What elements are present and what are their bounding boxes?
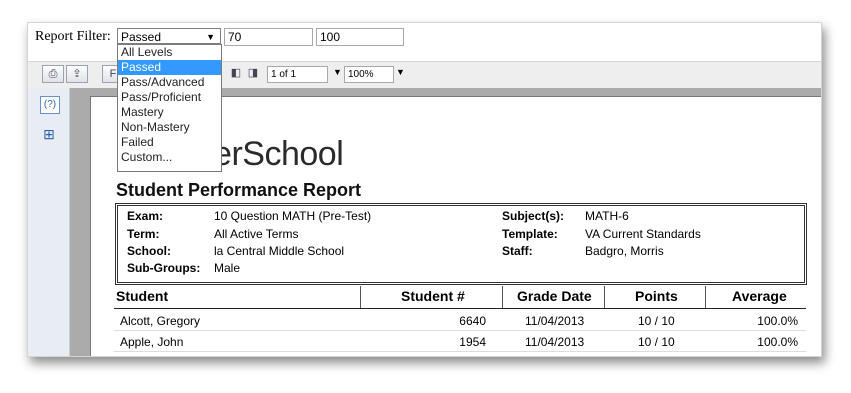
document-map-icon[interactable]: ⊞ — [40, 126, 58, 142]
filter-option-failed[interactable]: Failed — [118, 135, 221, 150]
template-label: Template: — [502, 227, 558, 241]
export-icon[interactable]: ⇪ — [66, 65, 88, 83]
cell-student: Alcott, Gregory — [120, 314, 201, 328]
col-student[interactable]: Student — [116, 288, 168, 304]
school-value: la Central Middle School — [214, 244, 345, 258]
filter-option-custom[interactable]: Custom... — [118, 150, 221, 165]
staff-value: Badgro, Morris — [585, 244, 664, 258]
page-chevron-down-icon[interactable]: ▼ — [333, 67, 342, 77]
filter-max-input[interactable]: 100 — [316, 28, 404, 46]
cell-points: 10 / 10 — [638, 314, 675, 328]
staff-label: Staff: — [502, 244, 533, 258]
zoom-select[interactable]: 100% — [344, 66, 394, 83]
table-row: Alcott, Gregory 6640 11/04/2013 10 / 10 … — [114, 310, 806, 331]
first-page-icon[interactable]: ◧ — [228, 65, 244, 83]
report-title: Student Performance Report — [116, 180, 362, 200]
subjects-value: MATH-6 — [585, 209, 629, 223]
cell-student-number: 1954 — [459, 335, 486, 349]
report-info-inner: Exam: 10 Question MATH (Pre-Test) Term: … — [117, 205, 805, 283]
filter-dropdown-list: All Levels Passed Pass/Advanced Pass/Pro… — [117, 44, 222, 172]
prev-page-icon[interactable]: ◨ — [245, 65, 261, 83]
term-label: Term: — [127, 227, 160, 241]
exam-value: 10 Question MATH (Pre-Test) — [214, 209, 372, 223]
chevron-down-icon: ▼ — [206, 32, 215, 42]
filter-option-pass-advanced[interactable]: Pass/Advanced — [118, 75, 221, 90]
report-sidebar: (?) ⊞ — [28, 88, 70, 356]
filter-option-pass-proficient[interactable]: Pass/Proficient — [118, 90, 221, 105]
col-average[interactable]: Average — [732, 288, 787, 304]
col-student-number[interactable]: Student # — [401, 288, 465, 304]
exam-label: Exam: — [127, 209, 164, 223]
cell-grade-date: 11/04/2013 — [525, 314, 585, 328]
subgroups-label: Sub-Groups: — [127, 261, 201, 275]
cell-average: 100.0% — [757, 335, 798, 349]
report-filter-select[interactable]: Passed ▼ — [117, 28, 221, 44]
filter-min-input[interactable]: 70 — [224, 28, 313, 46]
table-row: Apple, John 1954 11/04/2013 10 / 10 100.… — [114, 331, 806, 352]
print-icon[interactable]: ⎙ — [42, 65, 64, 83]
cell-average: 100.0% — [757, 314, 798, 328]
subjects-label: Subject(s): — [502, 209, 565, 223]
filter-option-passed[interactable]: Passed — [118, 60, 221, 75]
term-value: All Active Terms — [214, 227, 299, 241]
table-header: Student Student # Grade Date Points Aver… — [114, 286, 806, 309]
cell-student: Apple, John — [120, 335, 184, 349]
filter-option-non-mastery[interactable]: Non-Mastery — [118, 120, 221, 135]
cell-student-number: 6640 — [459, 314, 486, 328]
report-window: Report Filter: Passed ▼ 70 100 All Level… — [27, 22, 822, 357]
report-filter-selected: Passed — [121, 30, 162, 44]
report-filter-label: Report Filter: — [35, 29, 111, 44]
subgroups-value: Male — [214, 261, 241, 275]
col-points[interactable]: Points — [635, 288, 678, 304]
template-value: VA Current Standards — [585, 227, 701, 241]
report-info-box: Exam: 10 Question MATH (Pre-Test) Term: … — [115, 203, 807, 285]
col-grade-date[interactable]: Grade Date — [517, 288, 592, 304]
school-label: School: — [127, 244, 171, 258]
filter-option-mastery[interactable]: Mastery — [118, 105, 221, 120]
zoom-chevron-down-icon[interactable]: ▼ — [396, 67, 405, 77]
cell-points: 10 / 10 — [638, 335, 675, 349]
filter-option-all-levels[interactable]: All Levels — [118, 45, 221, 60]
help-icon[interactable]: (?) — [40, 96, 60, 114]
page-indicator[interactable]: 1 of 1 — [267, 66, 328, 83]
cell-grade-date: 11/04/2013 — [525, 335, 585, 349]
